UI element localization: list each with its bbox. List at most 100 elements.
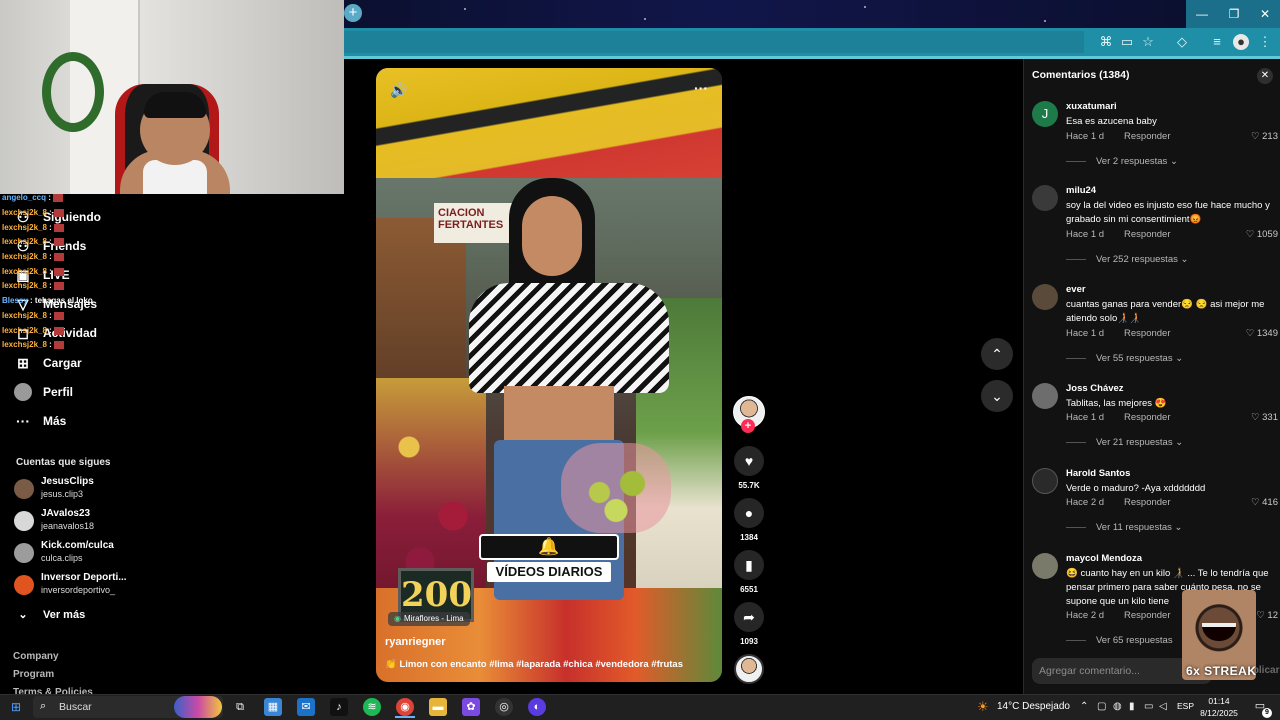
share-button[interactable]: ➦ <box>734 602 764 632</box>
like-button[interactable]: ♥ <box>734 446 764 476</box>
followed-account[interactable]: JesusClips jesus.clip3 <box>14 476 204 506</box>
comment-button[interactable]: ● <box>734 498 764 528</box>
comment-user[interactable]: milu24 <box>1066 185 1096 196</box>
volume-icon[interactable]: ◁ <box>1159 701 1167 712</box>
extensions-icon[interactable]: ◇ <box>1174 34 1190 50</box>
footer-link-program[interactable]: Program <box>13 669 54 680</box>
view-replies-button[interactable]: Ver 252 respuestas ⌄ <box>1066 254 1188 265</box>
maximize-button[interactable]: ❐ <box>1218 0 1250 28</box>
avatar[interactable] <box>1032 383 1058 409</box>
avatar[interactable]: J <box>1032 101 1058 127</box>
follow-plus-icon[interactable]: + <box>741 419 755 433</box>
view-replies-button[interactable]: Ver 65 respuestas <box>1066 635 1173 646</box>
tray-app-icon[interactable]: ◍ <box>1113 701 1122 712</box>
more-icon[interactable]: ··· <box>694 80 708 96</box>
video-player[interactable]: CIACION FERTANTES 🔊 ··· 200 🔔 SUSCRIBETE… <box>376 68 722 682</box>
avatar[interactable] <box>1032 553 1058 579</box>
comment-likes[interactable]: ♡ 416 <box>1251 497 1278 508</box>
weather-icon[interactable]: ☀ <box>977 699 989 715</box>
nav-profile[interactable]: Perfil <box>14 378 214 406</box>
comment-likes[interactable]: ♡ 331 <box>1251 412 1278 423</box>
network-icon[interactable]: ▭ <box>1144 701 1153 712</box>
microphone-icon[interactable]: ▮ <box>1129 701 1135 712</box>
comment-user[interactable]: maycol Mendoza <box>1066 553 1142 564</box>
browser-tab-strip <box>344 0 1280 28</box>
browser-icon[interactable]: ◐ <box>528 698 546 716</box>
menu-dots-icon[interactable]: ⋮ <box>1257 34 1273 50</box>
chrome-icon[interactable]: ◉ <box>396 698 414 716</box>
comment-likes[interactable]: ♡ 1059 <box>1246 229 1278 240</box>
video-lemon-bag <box>561 443 671 533</box>
comment-item: Harold Santos Verde o maduro? -Aya xdddd… <box>1032 468 1278 546</box>
footer-link-terms[interactable]: Terms & Policies <box>13 687 93 694</box>
new-tab-button[interactable]: + <box>344 4 362 22</box>
close-window-button[interactable]: ✕ <box>1250 0 1280 28</box>
avatar[interactable] <box>1032 284 1058 310</box>
cast-icon[interactable]: ▭ <box>1119 34 1135 50</box>
chat-message: angelo_ccq : <box>2 193 63 206</box>
reply-button[interactable]: Responder <box>1124 497 1170 508</box>
reply-button[interactable]: Responder <box>1124 131 1170 142</box>
comment-likes[interactable]: ♡ 12 <box>1256 610 1278 621</box>
chat-user: lexchsj2k_8 <box>2 311 47 320</box>
comment-user[interactable]: xuxatumari <box>1066 101 1117 112</box>
translate-icon[interactable]: ⌘ <box>1098 34 1114 50</box>
music-avatar[interactable] <box>734 654 764 684</box>
reading-list-icon[interactable]: ≡ <box>1209 34 1225 50</box>
comment-user[interactable]: ever <box>1066 284 1086 295</box>
reply-button[interactable]: Responder <box>1124 412 1170 423</box>
weather-widget[interactable]: 14°C Despejado <box>997 701 1070 712</box>
photos-icon[interactable]: ✿ <box>462 698 480 716</box>
comment-likes[interactable]: ♡ 213 <box>1251 131 1278 142</box>
avatar[interactable] <box>1032 468 1058 494</box>
view-replies-button[interactable]: Ver 21 respuestas ⌄ <box>1066 437 1183 448</box>
explorer-icon[interactable]: ▬ <box>429 698 447 716</box>
speaker-icon[interactable]: 🔊 <box>390 82 407 99</box>
outlook-icon[interactable]: ✉ <box>297 698 315 716</box>
followed-account[interactable]: JAvalos23 jeanavalos18 <box>14 508 204 538</box>
tiktok-icon[interactable]: ♪ <box>330 698 348 716</box>
comment-user[interactable]: Joss Chávez <box>1066 383 1124 394</box>
view-replies-button[interactable]: Ver 2 respuestas ⌄ <box>1066 156 1178 167</box>
previous-video-button[interactable]: ⌃ <box>981 338 1013 370</box>
view-replies-button[interactable]: Ver 55 respuestas ⌄ <box>1066 353 1183 364</box>
windows-start-icon[interactable]: ⊞ <box>9 700 23 714</box>
store-icon[interactable]: ▦ <box>264 698 282 716</box>
heart-outline-icon: ♡ <box>1250 412 1260 423</box>
view-replies-button[interactable]: Ver 11 respuestas ⌄ <box>1066 522 1182 533</box>
reply-button[interactable]: Responder <box>1124 328 1170 339</box>
profile-icon[interactable]: ● <box>1233 34 1249 50</box>
close-icon[interactable]: ✕ <box>1257 68 1273 84</box>
location-tag[interactable]: ◉ Miraflores - Lima <box>388 612 470 626</box>
address-bar[interactable] <box>344 31 1084 53</box>
language-indicator[interactable]: ESP <box>1177 701 1194 711</box>
nav-upload[interactable]: ⊞ Cargar <box>14 349 214 377</box>
chevron-down-icon: ⌄ <box>18 609 28 621</box>
comment-user[interactable]: Harold Santos <box>1066 468 1130 479</box>
footer-link-company[interactable]: Company <box>13 651 59 662</box>
reply-button[interactable]: Responder <box>1124 229 1170 240</box>
followed-account[interactable]: Kick.com/culca culca.clips <box>14 540 204 570</box>
avatar[interactable] <box>1032 185 1058 211</box>
replies-line <box>1066 639 1086 641</box>
search-highlight-art[interactable] <box>174 696 222 718</box>
bookmark-star-icon[interactable]: ☆ <box>1140 34 1156 50</box>
tray-app-icon[interactable]: ▢ <box>1097 701 1106 712</box>
next-video-button[interactable]: ⌄ <box>981 380 1013 412</box>
minimize-button[interactable]: — <box>1186 0 1218 28</box>
task-view-icon[interactable]: ⧉ <box>231 698 249 716</box>
nav-more[interactable]: ··· Más <box>14 407 214 435</box>
obs-icon[interactable]: ◎ <box>495 698 513 716</box>
video-author[interactable]: ryanriegner <box>385 636 446 648</box>
clock-date[interactable]: 8/12/2025 <box>1196 708 1242 718</box>
tray-chevron-icon[interactable]: ⌃ <box>1080 701 1088 712</box>
comment-likes[interactable]: ♡ 1349 <box>1246 328 1278 339</box>
chat-user: lexchsj2k_8 <box>2 208 47 217</box>
followed-account[interactable]: Inversor Deporti... inversordeportivo_ <box>14 572 204 602</box>
spotify-icon[interactable]: ≋ <box>363 698 381 716</box>
save-button[interactable]: ▮ <box>734 550 764 580</box>
clock-time[interactable]: 01:14 <box>1200 696 1238 706</box>
chat-text: : <box>49 267 52 276</box>
reply-button[interactable]: Responder <box>1124 610 1170 621</box>
see-more-button[interactable]: ⌄ Ver más <box>14 601 214 629</box>
